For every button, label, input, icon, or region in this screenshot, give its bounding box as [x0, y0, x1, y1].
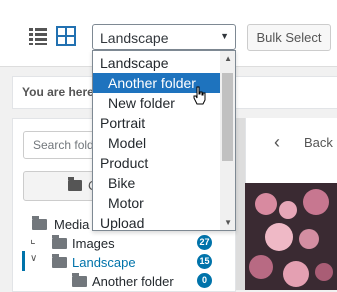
back-label: Back [304, 135, 333, 150]
chevron-down-icon[interactable]: ∨ [30, 253, 37, 264]
back-button[interactable]: ‹ Back [270, 122, 337, 163]
dropdown-option[interactable]: Another folder [93, 73, 235, 93]
folder-icon [52, 235, 67, 249]
tree-item-label: Images [72, 236, 115, 251]
tree-item-label: Media [54, 217, 90, 232]
grid-view-icon[interactable] [56, 26, 76, 46]
folder-filter-select[interactable]: Landscape ▼ [92, 24, 236, 50]
tree-item-landscape[interactable]: ∨ Landscape 15 [30, 253, 212, 273]
chevron-down-icon: ▼ [220, 31, 229, 41]
scrollbar-thumb[interactable] [222, 73, 233, 161]
count-badge: 0 [197, 273, 212, 288]
dropdown-scrollbar[interactable]: ▲ ▼ [220, 51, 235, 230]
list-view-icon[interactable] [28, 26, 48, 46]
scroll-down-icon[interactable]: ▼ [224, 218, 232, 227]
breadcrumb-label: You are here [22, 85, 94, 99]
dropdown-option[interactable]: Product [93, 153, 227, 173]
bulk-select-button[interactable]: Bulk Select [247, 24, 331, 51]
count-badge: 15 [197, 254, 212, 269]
folder-search-input[interactable]: Search fold [23, 131, 103, 159]
active-indicator [22, 251, 25, 271]
folder-icon [52, 254, 67, 268]
folder-icon [72, 273, 87, 287]
tree-connector-icon: ⌞ [30, 232, 36, 246]
hand-cursor-icon [193, 86, 206, 105]
dropdown-option[interactable]: Model [93, 133, 235, 153]
folder-filter-value: Landscape [100, 30, 169, 46]
count-badge: 27 [197, 235, 212, 250]
tree-item-another-folder[interactable]: Another folder 0 [30, 272, 212, 292]
folder-select-dropdown[interactable]: Landscape Another folder New folder Port… [92, 50, 236, 231]
chevron-left-icon: ‹ [274, 132, 280, 152]
tree-item-images[interactable]: ⌞ Images 27 [30, 232, 212, 254]
dropdown-option[interactable]: Upload [93, 213, 227, 230]
dropdown-option[interactable]: Motor [93, 193, 235, 213]
folder-plus-icon [68, 177, 82, 191]
folder-icon [32, 216, 47, 230]
scroll-up-icon[interactable]: ▲ [224, 54, 232, 63]
tree-item-label: Another folder [92, 274, 174, 289]
sidebar-scrollbar[interactable] [236, 118, 245, 290]
dropdown-option[interactable]: Portrait [93, 113, 227, 133]
tree-item-label: Landscape [72, 255, 136, 270]
dropdown-option[interactable]: New folder [93, 93, 235, 113]
folder-search-placeholder: Search fold [33, 138, 94, 152]
image-preview [245, 183, 337, 290]
dropdown-option[interactable]: Bike [93, 173, 235, 193]
dropdown-option[interactable]: Landscape [93, 53, 227, 73]
